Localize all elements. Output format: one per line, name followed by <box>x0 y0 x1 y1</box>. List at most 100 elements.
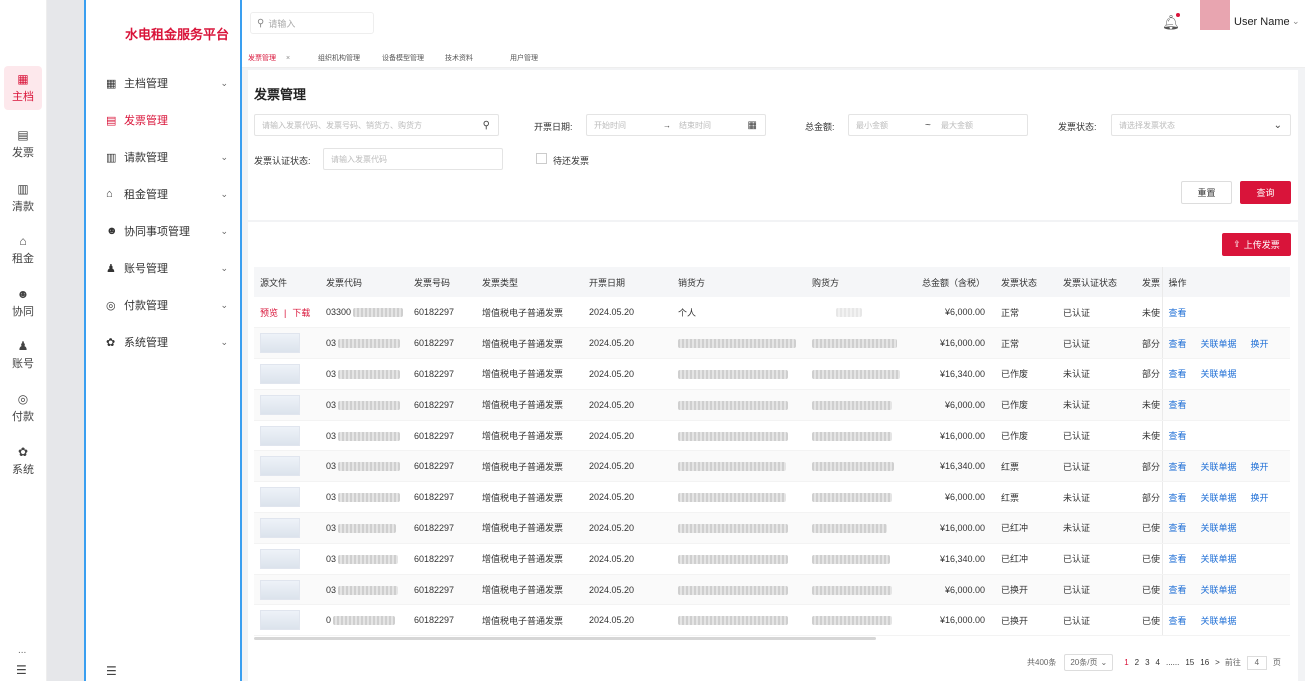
preview-link[interactable]: 预览 <box>260 308 278 318</box>
upload-invoice-button[interactable]: ⇪ 上传发票 <box>1222 233 1291 256</box>
rail-item-4[interactable]: ☻ 协同 <box>4 281 42 325</box>
table-row[interactable]: 0 60182297 增值税电子普通发票 2024.05.20 ¥16,000.00 已换… <box>254 604 1290 637</box>
tab-3[interactable]: 技术资料 <box>441 50 477 66</box>
table-row[interactable]: 03 60182297 增值税电子普通发票 2024.05.20 ¥16,000.00 正… <box>254 327 1290 360</box>
cert-input[interactable]: 请输入发票代码 <box>323 148 503 170</box>
user-name[interactable]: User Name <box>1234 16 1290 28</box>
table-row[interactable]: 预览 | 下载 03300 60182297 增值税电子普通发票 2024.05.20 个人 ¥… <box>254 297 1290 329</box>
table-row[interactable]: 03 60182297 增值税电子普通发票 2024.05.20 ¥16,000.00 已… <box>254 420 1290 452</box>
tab-4[interactable]: 用户管理 <box>506 50 542 66</box>
invoice-thumbnail[interactable] <box>260 363 300 384</box>
sidebar-item-3[interactable]: ⌂ 租金管理 ⌄ <box>92 181 236 207</box>
rail-item-3[interactable]: ⌂ 租金 <box>4 228 42 272</box>
rail-item-1[interactable]: ▤ 发票 <box>4 122 42 166</box>
related-docs-link[interactable]: 关联单据 <box>1201 369 1237 379</box>
horizontal-scrollbar[interactable] <box>254 637 876 640</box>
invoice-thumbnail[interactable] <box>260 425 300 446</box>
tab-1[interactable]: 组织机构管理 <box>314 50 364 66</box>
page-button[interactable]: 4 <box>1156 658 1160 667</box>
invoice-thumbnail[interactable] <box>260 333 300 354</box>
related-docs-link[interactable]: 关联单据 <box>1201 493 1237 503</box>
view-link[interactable]: 查看 <box>1169 462 1187 472</box>
sidebar-item-7[interactable]: ✿ 系统管理 ⌄ <box>92 329 236 355</box>
seller-cell <box>672 389 806 421</box>
page-button[interactable]: 16 <box>1200 658 1209 667</box>
avatar[interactable] <box>1200 0 1230 30</box>
table-row[interactable]: 03 60182297 增值税电子普通发票 2024.05.20 ¥16,000.00 已… <box>254 512 1290 544</box>
rail-item-5[interactable]: ♟ 账号 <box>4 333 42 377</box>
rail-item-0[interactable]: ▦ 主档 <box>4 66 42 110</box>
sidebar-item-1[interactable]: ▤ 发票管理 <box>92 107 236 133</box>
global-search-input[interactable]: ⚲ 请输入 <box>250 12 374 34</box>
rail-item-6[interactable]: ◎ 付款 <box>4 386 42 430</box>
payment-icon: ◎ <box>17 392 29 406</box>
view-link[interactable]: 查看 <box>1169 431 1187 441</box>
view-link[interactable]: 查看 <box>1169 523 1187 533</box>
goto-page-input[interactable]: 4 <box>1246 655 1267 670</box>
more-dots[interactable]: ... <box>18 645 26 656</box>
invoice-thumbnail[interactable] <box>260 548 300 569</box>
page-button[interactable]: 15 <box>1185 658 1194 667</box>
page-button[interactable]: 2 <box>1135 658 1139 667</box>
keyword-search-input[interactable]: 请输入发票代码、发票号码、销货方、购货方 ⚲ <box>254 114 499 136</box>
tab-2[interactable]: 设备模型管理 <box>378 50 428 66</box>
view-link[interactable]: 查看 <box>1169 400 1187 410</box>
chevron-down-icon[interactable]: ⌄ <box>1292 16 1300 27</box>
rail-item-2[interactable]: ▥ 清款 <box>4 176 42 220</box>
download-link[interactable]: 下载 <box>292 308 310 318</box>
sidebar-item-0[interactable]: ▦ 主档管理 ⌄ <box>92 70 236 96</box>
collapse-rail-icon[interactable]: ☰ <box>16 663 27 677</box>
related-docs-link[interactable]: 关联单据 <box>1201 523 1237 533</box>
rail-item-7[interactable]: ✿ 系统 <box>4 439 42 483</box>
view-link[interactable]: 查看 <box>1169 339 1187 349</box>
arrow-right-icon: → <box>663 120 671 130</box>
reissue-link[interactable]: 换开 <box>1251 493 1269 503</box>
related-docs-link[interactable]: 关联单据 <box>1201 554 1237 564</box>
related-docs-link[interactable]: 关联单据 <box>1201 585 1237 595</box>
page-button[interactable]: ...... <box>1166 658 1179 667</box>
table-row[interactable]: 03 60182297 增值税电子普通发票 2024.05.20 ¥16,340.00 红… <box>254 450 1290 483</box>
search-icon[interactable]: ⚲ <box>483 120 490 131</box>
table-row[interactable]: 03 60182297 增值税电子普通发票 2024.05.20 ¥6,000.00 已换… <box>254 574 1290 606</box>
sidebar-item-2[interactable]: ▥ 请款管理 ⌄ <box>92 144 236 170</box>
view-link[interactable]: 查看 <box>1169 369 1187 379</box>
sidebar-item-4[interactable]: ☻ 协同事项管理 ⌄ <box>92 218 236 244</box>
sidebar-item-6[interactable]: ◎ 付款管理 ⌄ <box>92 292 236 318</box>
page-size-select[interactable]: 20条/页 ⌄ <box>1064 654 1114 671</box>
amount: ¥16,340.00 <box>908 543 995 575</box>
table-row[interactable]: 03 60182297 增值税电子普通发票 2024.05.20 ¥6,000.00 已作… <box>254 389 1290 421</box>
page-button[interactable]: 3 <box>1145 658 1149 667</box>
invoice-thumbnail[interactable] <box>260 579 300 600</box>
collapse-menu-icon[interactable]: ☰ <box>106 664 117 678</box>
table-row[interactable]: 03 60182297 增值税电子普通发票 2024.05.20 ¥6,000.00 红票… <box>254 481 1290 514</box>
amount-range-input[interactable]: 最小金额 ~ 最大金额 <box>848 114 1028 136</box>
query-button[interactable]: 查询 <box>1240 181 1291 204</box>
sidebar-item-5[interactable]: ♟ 账号管理 ⌄ <box>92 255 236 281</box>
status-select[interactable]: 请选择发票状态 ⌄ <box>1111 114 1291 136</box>
related-docs-link[interactable]: 关联单据 <box>1201 616 1237 626</box>
view-link[interactable]: 查看 <box>1169 493 1187 503</box>
reissue-link[interactable]: 换开 <box>1251 462 1269 472</box>
invoice-thumbnail[interactable] <box>260 394 300 415</box>
related-docs-link[interactable]: 关联单据 <box>1201 462 1237 472</box>
reissue-link[interactable]: 换开 <box>1251 339 1269 349</box>
invoice-thumbnail[interactable] <box>260 610 300 631</box>
related-docs-link[interactable]: 关联单据 <box>1201 339 1237 349</box>
close-icon[interactable]: × <box>286 55 290 62</box>
tab-0[interactable]: 发票管理 × <box>244 50 294 66</box>
view-link[interactable]: 查看 <box>1169 308 1187 318</box>
invoice-thumbnail[interactable] <box>260 517 300 538</box>
view-link[interactable]: 查看 <box>1169 585 1187 595</box>
view-link[interactable]: 查看 <box>1169 554 1187 564</box>
page-button[interactable]: 1 <box>1124 658 1128 667</box>
invoice-number: 60182297 <box>408 604 476 637</box>
reset-button[interactable]: 重置 <box>1181 181 1232 204</box>
date-range-picker[interactable]: 开始时间 → 结束时间 ▦ <box>586 114 766 136</box>
invoice-thumbnail[interactable] <box>260 456 300 477</box>
table-row[interactable]: 03 60182297 增值税电子普通发票 2024.05.20 ¥16,340.00 已… <box>254 543 1290 575</box>
next-page-icon[interactable]: > <box>1215 658 1220 667</box>
view-link[interactable]: 查看 <box>1169 616 1187 626</box>
table-row[interactable]: 03 60182297 增值税电子普通发票 2024.05.20 ¥16,340.00 已… <box>254 358 1290 390</box>
pending-checkbox[interactable] <box>536 153 547 164</box>
invoice-thumbnail[interactable] <box>260 487 300 508</box>
